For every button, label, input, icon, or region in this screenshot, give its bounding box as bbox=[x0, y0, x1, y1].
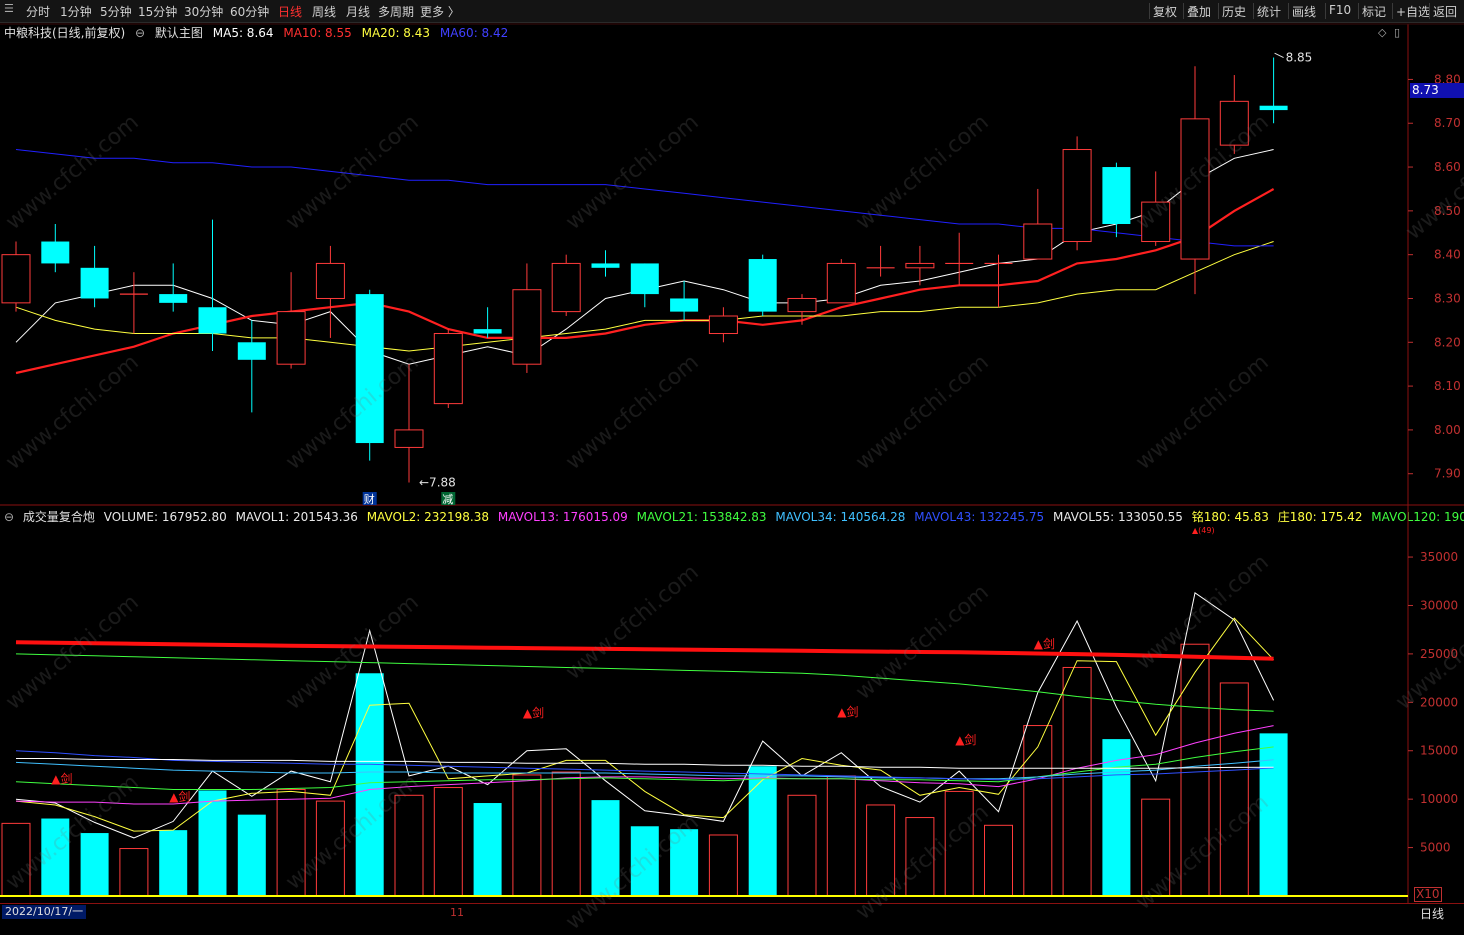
candle-body-down bbox=[670, 298, 699, 312]
volume-tick-label: 35000 bbox=[1420, 550, 1458, 564]
high-arrow bbox=[1274, 52, 1284, 58]
current-price-box: 8.73 bbox=[1410, 83, 1464, 98]
volume-bar-down bbox=[80, 833, 109, 896]
sword-signal: ▲剑 bbox=[523, 705, 544, 720]
sword-signal: ▲剑 bbox=[169, 789, 190, 804]
candle-body-up bbox=[787, 297, 817, 313]
low-price-label: ←7.88 bbox=[419, 475, 456, 489]
volume-bar-up bbox=[394, 794, 424, 897]
sword-signal: ▲剑 bbox=[51, 771, 72, 786]
volume-tick-label: 30000 bbox=[1420, 598, 1458, 612]
volume-bar-up bbox=[433, 787, 463, 897]
volume-bar-up bbox=[1062, 666, 1092, 897]
volume-bar-down bbox=[748, 766, 777, 896]
candle-body-up bbox=[315, 262, 345, 299]
candle-body-up bbox=[394, 429, 424, 448]
volume-ma-line bbox=[15, 653, 1274, 712]
volume-ma-line bbox=[15, 759, 1274, 780]
candle-body-down bbox=[237, 342, 266, 360]
volume-bar-down bbox=[473, 803, 502, 896]
cursor-date: 2022/10/17/一 bbox=[2, 905, 87, 919]
candle-body-down bbox=[630, 263, 659, 295]
candle-body-down bbox=[748, 259, 777, 312]
volume-bar-up bbox=[512, 774, 542, 897]
volume-bar-up bbox=[787, 794, 817, 897]
volume-bar-up bbox=[551, 771, 581, 897]
candle-body-down bbox=[41, 241, 70, 264]
high-price-label: 8.85 bbox=[1286, 51, 1313, 65]
volume-bar-down bbox=[198, 790, 227, 896]
candle-body-up bbox=[826, 262, 856, 304]
candle-body-up bbox=[276, 311, 306, 365]
price-tick-label: 8.00 bbox=[1434, 423, 1461, 437]
candle-body-up bbox=[905, 262, 935, 269]
candle-body-down bbox=[159, 294, 188, 303]
candle-body-down bbox=[473, 329, 502, 334]
volume-multiplier: X10 bbox=[1414, 887, 1442, 902]
event-marker-cai: 财 bbox=[364, 492, 375, 506]
candle-body-down bbox=[80, 267, 109, 299]
candle-body-up bbox=[1023, 223, 1053, 260]
price-tick-label: 8.70 bbox=[1434, 116, 1461, 130]
volume-bar-up bbox=[119, 848, 149, 897]
candle-body-up bbox=[708, 315, 738, 335]
candle-body-down bbox=[1102, 167, 1131, 224]
volume-bar-up bbox=[1219, 682, 1249, 897]
candle-body-up bbox=[551, 262, 581, 313]
sword-signal: ▲剑 bbox=[1034, 636, 1055, 651]
volume-ma-line bbox=[15, 750, 1274, 781]
volume-bar-down bbox=[237, 814, 266, 896]
volume-bar-down bbox=[159, 830, 188, 896]
candle-body-up bbox=[1062, 149, 1092, 243]
volume-bar-down bbox=[355, 673, 384, 896]
time-axis bbox=[0, 903, 1464, 924]
volume-bar-up bbox=[984, 824, 1013, 897]
volume-tick-label: 15000 bbox=[1420, 744, 1458, 758]
candle-body-down bbox=[1259, 105, 1288, 111]
candle-body-down bbox=[198, 307, 227, 334]
volume-bar-up bbox=[1023, 725, 1053, 897]
price-tick-label: 8.30 bbox=[1434, 291, 1461, 305]
price-tick-label: 8.10 bbox=[1434, 379, 1461, 393]
candle-body-up bbox=[433, 333, 463, 405]
sword-signal-small: ▲(49) bbox=[1192, 526, 1215, 535]
volume-tick-label: 10000 bbox=[1420, 792, 1458, 806]
price-tick-label: 8.20 bbox=[1434, 335, 1461, 349]
candle-body-up bbox=[512, 289, 542, 365]
price-tick-label: 8.60 bbox=[1434, 160, 1461, 174]
volume-bar-up bbox=[826, 775, 856, 897]
price-tick-label: 7.90 bbox=[1434, 467, 1461, 481]
month-marker: 11 bbox=[450, 906, 464, 919]
price-tick-label: 8.40 bbox=[1434, 248, 1461, 262]
volume-tick-label: 5000 bbox=[1420, 841, 1451, 855]
volume-ma-line bbox=[15, 640, 1274, 661]
candle-body-up bbox=[1, 254, 31, 304]
volume-bar-up bbox=[708, 834, 738, 897]
candle-body-down bbox=[591, 263, 620, 268]
period-label[interactable]: 日线 bbox=[1420, 905, 1444, 922]
sword-signal: ▲剑 bbox=[837, 704, 858, 719]
sword-signal: ▲剑 bbox=[955, 732, 976, 747]
event-marker-jian: 减 bbox=[442, 493, 453, 506]
